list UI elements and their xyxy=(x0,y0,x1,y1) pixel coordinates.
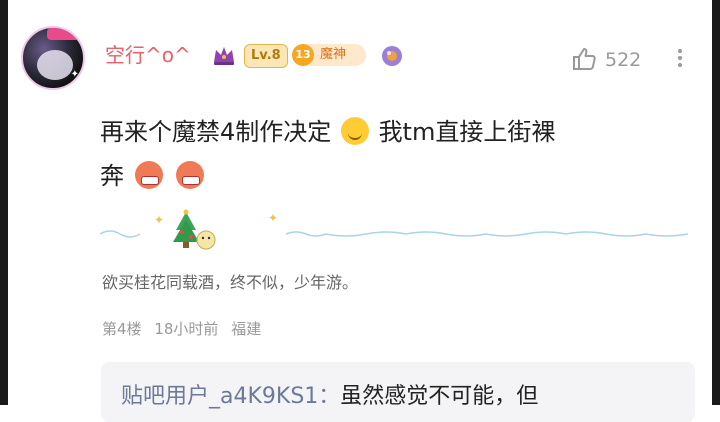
avatar[interactable]: ✦ xyxy=(21,26,85,90)
user-signature: 欲买桂花同载酒，终不似，少年游。 xyxy=(102,273,359,292)
avatar-image xyxy=(37,50,73,80)
left-bezel xyxy=(0,0,8,405)
post-location: 福建 xyxy=(231,320,262,338)
like-count: 522 xyxy=(605,49,642,71)
post-content: 再来个魔禁4制作决定 我tm直接上街裸 奔 xyxy=(100,110,690,198)
avatar-frame-tag xyxy=(47,28,81,40)
comment-meta: 第4楼 18小时前 福建 xyxy=(102,318,269,340)
right-bezel xyxy=(712,0,720,405)
christmas-tree-icon xyxy=(173,209,199,248)
floor-number: 第4楼 xyxy=(102,320,142,338)
rank-title: 魔神 xyxy=(320,47,347,62)
sparkle-icon: ✦ xyxy=(70,69,79,80)
reply-content: 虽然感觉不可能，但 xyxy=(340,384,539,409)
post-time: 18小时前 xyxy=(154,320,219,338)
level-badge: Lv.8 xyxy=(244,44,288,68)
svg-text:✦: ✦ xyxy=(268,211,278,225)
chick-icon xyxy=(196,230,216,250)
grimace-emoji-icon xyxy=(134,161,163,189)
crown-icon xyxy=(214,47,234,65)
post-text-part2: 我tm直接上街裸 xyxy=(378,118,556,146)
thumbs-up-icon[interactable] xyxy=(570,45,598,73)
rank-badge: 13 魔神 xyxy=(292,44,366,66)
username[interactable]: 空行^o^ xyxy=(105,42,191,68)
member-badge-icon xyxy=(382,46,402,66)
more-vertical-icon[interactable] xyxy=(674,46,686,72)
reply-preview-text: 贴吧用户_a4K9KS1：虽然感觉不可能，但 xyxy=(121,382,538,412)
svg-text:✦: ✦ xyxy=(154,213,164,227)
post-text-part3: 奔 xyxy=(100,162,124,190)
grimace-emoji-icon xyxy=(176,161,205,189)
decorative-divider: ✦ ✦ xyxy=(100,209,688,250)
post-text-part1: 再来个魔禁4制作决定 xyxy=(100,118,332,146)
rank-number: 13 xyxy=(292,44,314,66)
smile-emoji-icon xyxy=(340,117,369,145)
reply-preview[interactable]: 贴吧用户_a4K9KS1：虽然感觉不可能，但 xyxy=(101,362,695,422)
reply-username[interactable]: 贴吧用户_a4K9KS1： xyxy=(121,384,340,409)
